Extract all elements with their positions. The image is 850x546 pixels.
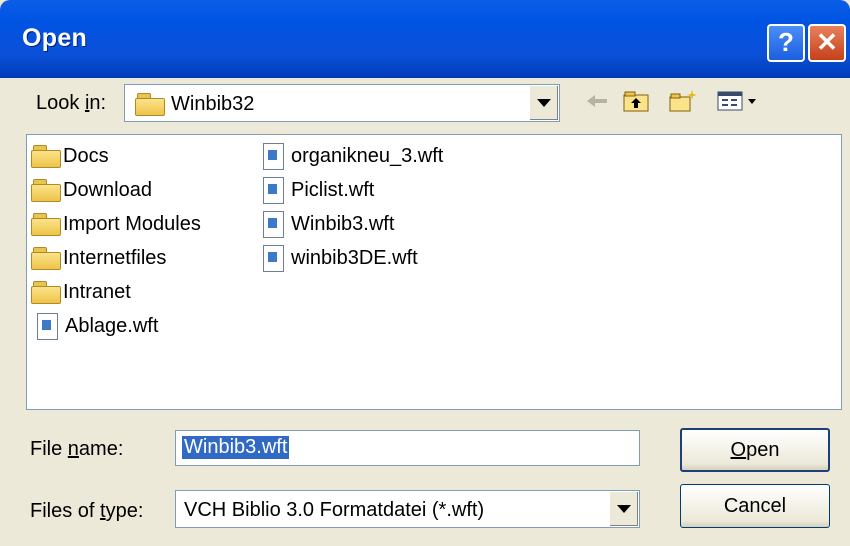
list-item[interactable]: Docs [31,141,109,171]
file-name-field[interactable]: Winbib3.wft [175,430,640,466]
list-item[interactable]: Internetfiles [31,243,166,273]
file-type-dropdown[interactable]: VCH Biblio 3.0 Formatdatei (*.wft) [175,490,640,528]
file-name-label: File name: [30,438,124,460]
look-in-dropdown[interactable]: Winbib32 [124,84,560,122]
cancel-button[interactable]: Cancel [680,484,830,528]
folder-icon [135,93,165,116]
document-icon [35,312,59,340]
list-item[interactable]: Import Modules [31,209,201,239]
folder-icon [31,179,61,202]
document-icon [261,176,285,204]
document-icon [261,142,285,170]
folder-icon [31,213,61,236]
close-button[interactable]: ✕ [808,24,846,62]
list-item[interactable]: Download [31,175,152,205]
chevron-down-icon[interactable] [529,86,558,120]
file-name-value: Winbib3.wft [182,436,290,459]
document-icon [261,244,285,272]
title-bar: Open ? ✕ [0,0,850,78]
document-icon [261,210,285,238]
list-item[interactable]: organikneu_3.wft [261,141,443,171]
view-menu-icon[interactable] [716,88,762,114]
look-in-label: Look in: [36,92,107,114]
list-item[interactable]: Intranet [31,277,131,307]
list-item[interactable]: winbib3DE.wft [261,243,418,273]
back-icon[interactable] [583,88,611,114]
folder-icon [31,281,61,304]
folder-icon [31,145,61,168]
window-title: Open [22,24,88,52]
up-folder-icon[interactable] [622,88,650,114]
list-item[interactable]: Piclist.wft [261,175,374,205]
list-item[interactable]: Winbib3.wft [261,209,394,239]
folder-icon [31,247,61,270]
list-item[interactable]: Ablage.wft [35,311,158,341]
file-type-label: Files of type: [30,500,144,522]
open-dialog: Look in: Winbib32 Docs Download Import M… [0,78,850,546]
look-in-value: Winbib32 [171,93,255,115]
open-button[interactable]: Open [680,428,830,472]
help-button[interactable]: ? [767,24,805,62]
file-list[interactable]: Docs Download Import Modules Internetfil… [26,134,842,410]
chevron-down-icon[interactable] [609,492,638,526]
file-type-value: VCH Biblio 3.0 Formatdatei (*.wft) [184,499,485,521]
new-folder-icon[interactable] [668,88,696,114]
